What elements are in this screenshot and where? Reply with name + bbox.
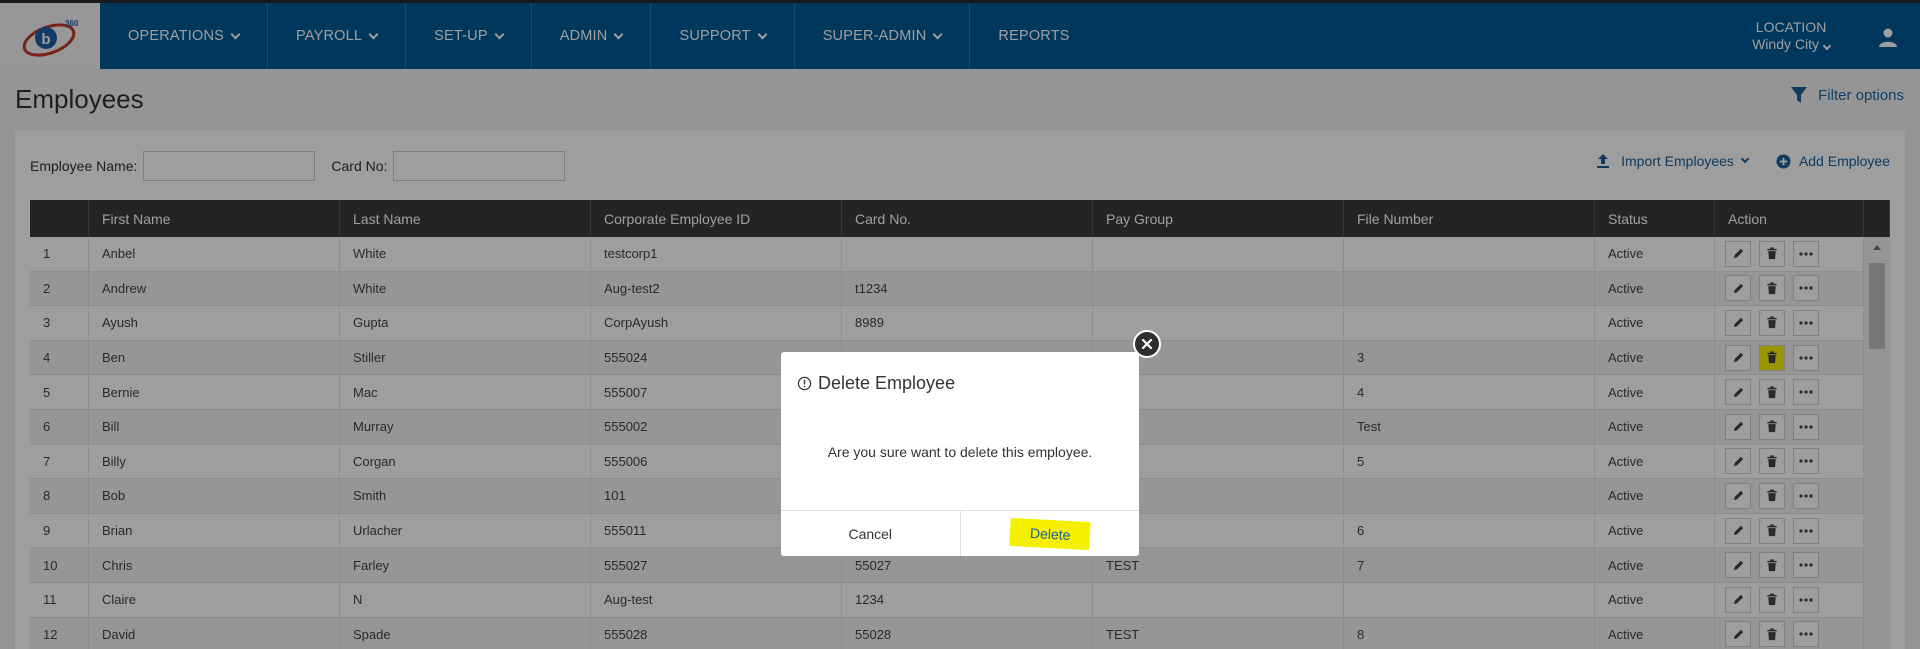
delete-button[interactable]: Delete [960,511,1139,556]
dialog-title-text: Delete Employee [818,373,956,393]
close-dialog-button[interactable] [1133,330,1161,358]
cancel-button[interactable]: Cancel [781,511,961,556]
close-icon [1141,338,1153,350]
delete-button-label: Delete [1008,517,1091,550]
info-icon [797,376,812,391]
delete-employee-dialog: Delete Employee Are you sure want to del… [781,352,1139,556]
dialog-title: Delete Employee [797,373,955,394]
dialog-message: Are you sure want to delete this employe… [827,444,1093,460]
dialog-footer: Cancel Delete [781,510,1139,556]
